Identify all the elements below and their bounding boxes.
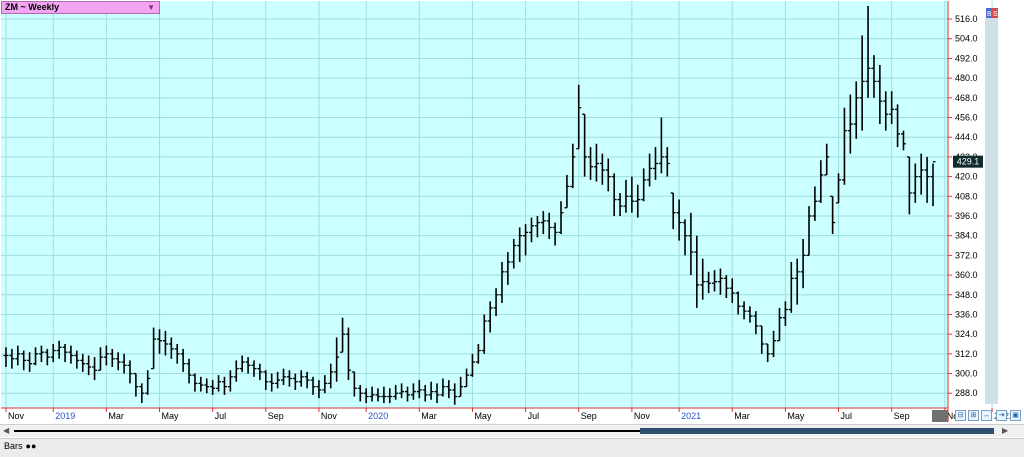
plot-area [1, 1, 948, 408]
y-tick-label: 444.0 [955, 132, 978, 142]
x-tick-label: 2021 [681, 411, 701, 421]
scroll-end-icon[interactable]: ⇥ [996, 410, 1007, 421]
price-chart[interactable]: 288.0 300.0 312.0 324.0 336.0 348.0 360.0 372.0… [0, 0, 1024, 456]
svg-text:S: S [993, 11, 998, 18]
last-price-label: 429.1 [957, 157, 980, 167]
y-tick-label: 324.0 [955, 329, 978, 339]
scroll-right-icon[interactable]: ▶ [1002, 426, 1008, 435]
svg-text:B: B [987, 11, 992, 18]
x-tick-label: Sep [268, 411, 284, 421]
y-tick-label: 348.0 [955, 290, 978, 300]
y-tick-label: 408.0 [955, 191, 978, 201]
y-tick-label: 480.0 [955, 73, 978, 83]
right-scrollbar[interactable] [985, 18, 998, 404]
x-tick-label: Nov [321, 411, 338, 421]
x-tick-label: Jul [528, 411, 540, 421]
fit-icon[interactable]: ↔ [981, 410, 992, 421]
scroll-thumb[interactable] [640, 428, 994, 434]
x-tick-label: Mar [108, 411, 124, 421]
y-tick-label: 396.0 [955, 211, 978, 221]
y-tick-label: 456.0 [955, 113, 978, 123]
x-tick-label: Mar [734, 411, 750, 421]
scroll-left-icon[interactable]: ◀ [3, 426, 9, 435]
y-tick-label: 372.0 [955, 250, 978, 260]
y-tick-label: 360.0 [955, 270, 978, 280]
x-tick-label: 2020 [368, 411, 388, 421]
y-tick-label: 384.0 [955, 231, 978, 241]
y-tick-label: 288.0 [955, 388, 978, 398]
x-tick-label: Sep [894, 411, 910, 421]
x-tick-label: Mar [421, 411, 437, 421]
y-tick-label: 492.0 [955, 53, 978, 63]
x-tick-label: May [787, 411, 805, 421]
time-scrollbar[interactable]: ◀ ▶ [0, 424, 1024, 437]
link-icon: ●● [25, 441, 37, 451]
x-tick-label: 2019 [55, 411, 75, 421]
x-tick-label: Jul [215, 411, 227, 421]
x-tick-label: Sep [581, 411, 597, 421]
x-tick-label: May [474, 411, 492, 421]
x-tick-label: May [162, 411, 180, 421]
chart-window: 288.0 300.0 312.0 324.0 336.0 348.0 360.0 372.0… [0, 0, 1024, 457]
y-tick-label: 312.0 [955, 349, 978, 359]
last-price-marker: 429.1 [953, 155, 983, 168]
x-tick-label: Nov [634, 411, 651, 421]
y-tick-label: 468.0 [955, 93, 978, 103]
x-tick-label: Nov [8, 411, 25, 421]
bottom-bar: Bars ●● [0, 438, 1024, 457]
zoom-out-icon[interactable]: ⊟ [955, 410, 966, 421]
settings-icon[interactable]: ▣ [1010, 410, 1021, 421]
y-tick-label: 300.0 [955, 369, 978, 379]
y-tick-label: 516.0 [955, 14, 978, 24]
y-tick-label: 420.0 [955, 172, 978, 182]
bs-icon[interactable]: B S [986, 8, 998, 18]
symbol-selector[interactable]: ZM ~ Weekly ▼ [1, 1, 160, 14]
corner-block [932, 410, 948, 422]
y-tick-label: 504.0 [955, 34, 978, 44]
triangle-down-icon[interactable]: ▼ [147, 2, 155, 13]
y-tick-label: 336.0 [955, 309, 978, 319]
zoom-in-icon[interactable]: ⊞ [968, 410, 979, 421]
symbol-label: ZM ~ Weekly [5, 2, 60, 12]
bars-tab[interactable]: Bars ●● [4, 441, 40, 453]
x-tick-label: Jul [841, 411, 853, 421]
